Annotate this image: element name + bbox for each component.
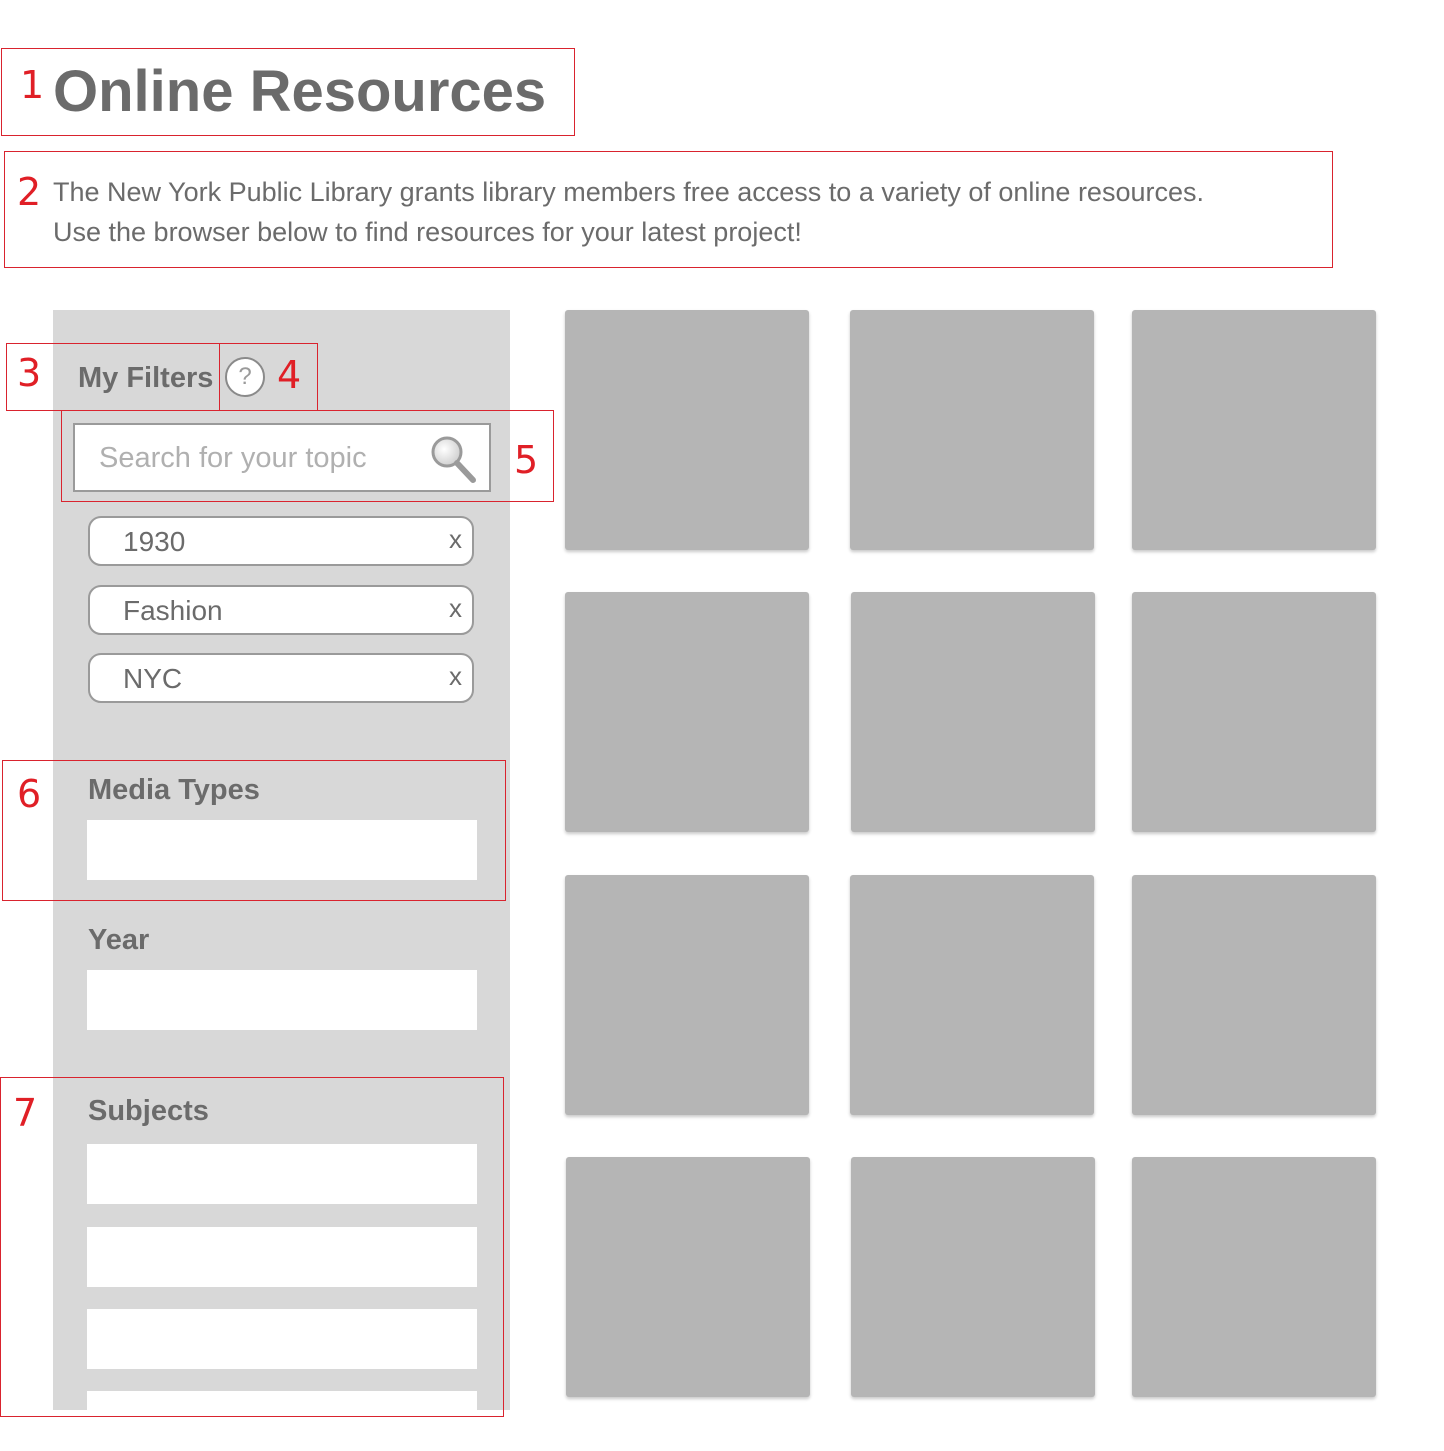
filter-chip-label: Fashion [123,595,223,626]
resource-tile[interactable] [1132,592,1376,832]
annotation-number-4: 4 [277,353,302,397]
remove-filter-button[interactable]: x [449,524,462,555]
annotation-number-5: 5 [514,438,539,482]
remove-filter-button[interactable]: x [449,661,462,692]
year-field[interactable] [87,970,477,1030]
resource-tile[interactable] [1132,310,1376,550]
resource-tile[interactable] [565,875,809,1115]
annotation-box-4 [219,343,318,411]
remove-filter-button[interactable]: x [449,593,462,624]
annotation-number-1: 1 [20,63,45,107]
resource-tile[interactable] [1132,875,1376,1115]
resource-tile[interactable] [851,592,1095,832]
year-heading: Year [88,924,150,956]
annotation-box-1 [1,48,575,136]
annotation-number-3: 3 [17,351,42,395]
annotation-box-6 [2,760,506,901]
annotation-number-7: 7 [13,1091,38,1135]
filter-chip-1930: 1930 x [88,516,474,566]
resource-tile[interactable] [850,310,1094,550]
resource-tile[interactable] [566,1157,810,1397]
resource-tile[interactable] [850,875,1094,1115]
filter-chip-label: 1930 [123,526,186,557]
filter-chip-fashion: Fashion x [88,585,474,635]
annotation-box-7 [0,1077,504,1417]
resource-tile[interactable] [1132,1157,1376,1397]
annotation-number-6: 6 [17,772,42,816]
resource-tile[interactable] [851,1157,1095,1397]
annotation-box-2 [4,151,1333,268]
filter-chip-label: NYC [123,663,183,694]
resource-tile[interactable] [565,310,809,550]
filter-chip-nyc: NYC x [88,653,474,703]
annotation-number-2: 2 [17,170,42,214]
annotation-box-5 [61,410,554,502]
resource-tile[interactable] [565,592,809,832]
